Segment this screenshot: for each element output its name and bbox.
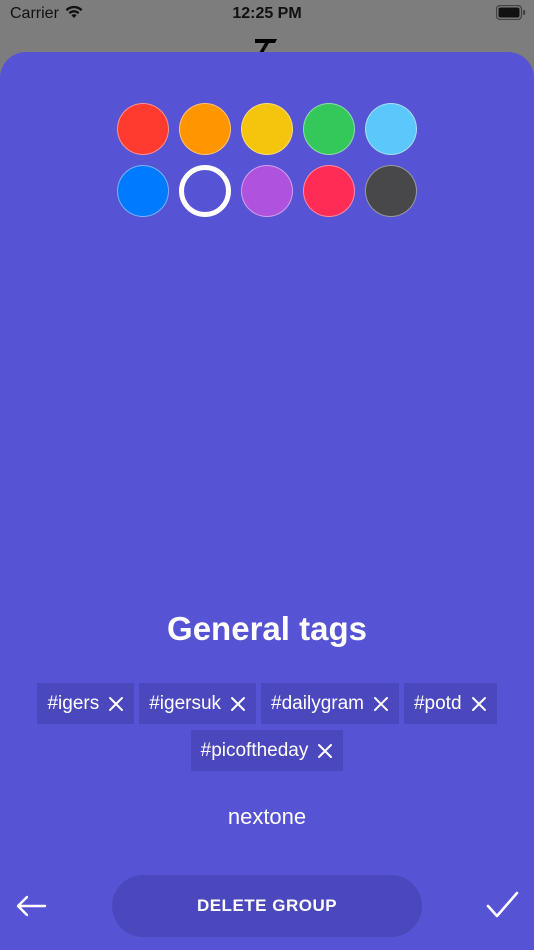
checkmark-icon[interactable] bbox=[486, 891, 519, 919]
color-swatch[interactable] bbox=[179, 103, 231, 155]
edit-group-sheet: General tags #igers #igersuk #dailygram #po… bbox=[0, 52, 534, 950]
group-title[interactable]: General tags bbox=[0, 610, 534, 648]
tag-chip: #igersuk bbox=[139, 683, 257, 724]
tag-chip: #igers bbox=[37, 683, 135, 724]
color-swatch[interactable] bbox=[241, 103, 293, 155]
delete-group-button[interactable]: DELETE GROUP bbox=[112, 875, 422, 937]
color-picker bbox=[117, 103, 417, 217]
tag-input[interactable]: nextone bbox=[0, 804, 534, 830]
remove-tag-icon[interactable] bbox=[373, 696, 389, 712]
tag-label: #igers bbox=[47, 692, 100, 714]
tag-label: #picoftheday bbox=[200, 739, 309, 761]
tag-chip: #picoftheday bbox=[190, 730, 344, 771]
tag-list: #igers #igersuk #dailygram #potd #picoftheda… bbox=[22, 683, 512, 771]
color-swatch[interactable] bbox=[365, 103, 417, 155]
color-swatch[interactable] bbox=[179, 165, 231, 217]
remove-tag-icon[interactable] bbox=[230, 696, 246, 712]
battery-icon bbox=[496, 5, 526, 20]
tag-label: #potd bbox=[413, 692, 462, 714]
clock: 12:25 PM bbox=[232, 5, 302, 22]
color-swatch[interactable] bbox=[365, 165, 417, 217]
tag-label: #dailygram bbox=[271, 692, 364, 714]
remove-tag-icon[interactable] bbox=[317, 743, 333, 759]
tag-chip: #dailygram bbox=[261, 683, 399, 724]
status-bar: Carrier 12:25 PM bbox=[0, 0, 534, 28]
color-swatch[interactable] bbox=[117, 165, 169, 217]
remove-tag-icon[interactable] bbox=[471, 696, 487, 712]
remove-tag-icon[interactable] bbox=[108, 696, 124, 712]
color-swatch[interactable] bbox=[241, 165, 293, 217]
color-swatch[interactable] bbox=[117, 103, 169, 155]
back-arrow-icon[interactable] bbox=[15, 894, 47, 918]
color-swatch[interactable] bbox=[303, 103, 355, 155]
color-swatch[interactable] bbox=[303, 165, 355, 217]
tag-label: #igersuk bbox=[149, 692, 222, 714]
tag-chip: #potd bbox=[403, 683, 497, 724]
